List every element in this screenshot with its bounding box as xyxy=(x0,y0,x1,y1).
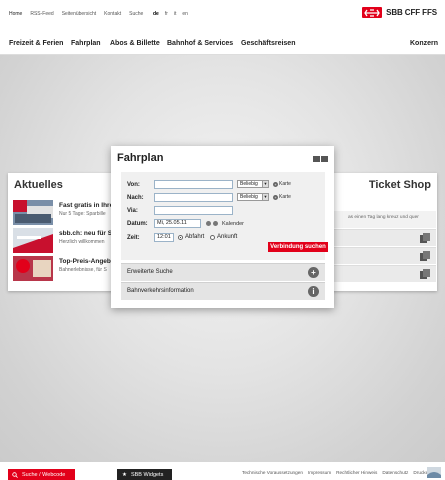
search-icon xyxy=(12,471,18,478)
star-icon: ★ xyxy=(122,471,127,478)
news-title: Fast gratis in Ihre xyxy=(59,202,114,209)
sbb-logo-icon xyxy=(362,7,383,18)
news-title: sbb.ch: neu für S xyxy=(59,230,113,237)
lang-it[interactable]: it xyxy=(174,11,177,17)
bahnverkehrsinformation-label: Bahnverkehrsinformation xyxy=(127,288,194,294)
ticket-icon xyxy=(420,269,430,279)
news-title: Top-Preis-Angebo xyxy=(59,258,115,265)
ticket-row[interactable] xyxy=(332,265,436,282)
expand-icon[interactable] xyxy=(321,156,328,162)
utility-bar: Home RSS-Feed Seitenübersicht Kontakt Su… xyxy=(0,0,445,26)
nav-bahnhof-services[interactable]: Bahnhof & Services xyxy=(167,40,233,47)
von-label: Von: xyxy=(127,182,140,188)
language-switcher: de fr it en xyxy=(153,11,188,17)
chevron-down-icon: ▼ xyxy=(262,194,268,200)
fahrplan-dialog: Fahrplan Von: Beliebig ▼ + Karte Nach: Bel… xyxy=(111,146,334,308)
search-link[interactable]: Suche xyxy=(129,11,143,17)
sbb-logo[interactable]: SBB CFF FFS xyxy=(362,7,437,18)
nav-geschaeftsreisen[interactable]: Geschäftsreisen xyxy=(241,40,295,47)
footer-link[interactable]: Impressum xyxy=(308,470,331,475)
nav-fahrplan[interactable]: Fahrplan xyxy=(71,40,101,47)
ticketshop-title: Ticket Shop xyxy=(368,179,431,191)
news-thumbnail-icon xyxy=(13,200,53,225)
home-link[interactable]: Home xyxy=(9,11,22,17)
contact-link[interactable]: Kontakt xyxy=(104,11,121,17)
suche-webcode-button[interactable]: Suche / Webcode xyxy=(8,469,75,480)
erweiterte-suche-label: Erweiterte Suche xyxy=(127,269,173,275)
sitemap-link[interactable]: Seitenübersicht xyxy=(62,11,96,17)
erweiterte-suche-row[interactable]: Erweiterte Suche + xyxy=(121,263,325,281)
footer-link[interactable]: Rechtlicher Hinweis xyxy=(336,470,377,475)
news-subtitle: Bahnerlebnisse, für S xyxy=(59,267,107,273)
von-select[interactable]: Beliebig ▼ xyxy=(237,180,269,188)
nach-input[interactable] xyxy=(154,193,233,202)
aktuelles-title: Aktuelles xyxy=(14,179,63,191)
ankunft-radio[interactable]: Ankunft xyxy=(210,234,237,240)
news-thumbnail-icon xyxy=(13,256,53,281)
ticket-icon xyxy=(420,233,430,243)
sbb-widgets-label: SBB Widgets xyxy=(130,471,164,478)
via-input[interactable] xyxy=(154,206,233,215)
kalender-link[interactable]: Kalender xyxy=(222,221,244,227)
fahrplan-title: Fahrplan xyxy=(117,152,164,164)
ticketshop-subtitle: as einen Tag lang kreuz und quer xyxy=(332,211,436,228)
datum-input[interactable]: Mi, 25.05.11 xyxy=(154,219,201,228)
bahnverkehrsinformation-row[interactable]: Bahnverkehrsinformation i xyxy=(121,282,325,300)
window-icon[interactable] xyxy=(313,156,320,162)
zeit-input[interactable]: 12:01 xyxy=(154,233,174,242)
von-input[interactable] xyxy=(154,180,233,189)
nav-abos-billette[interactable]: Abos & Billette xyxy=(110,40,160,47)
news-subtitle: Herzlich willkommen xyxy=(59,239,105,245)
news-thumbnail-icon xyxy=(13,228,53,253)
previous-day-icon[interactable] xyxy=(206,221,211,226)
nach-select[interactable]: Beliebig ▼ xyxy=(237,193,269,201)
nav-konzern[interactable]: Konzern xyxy=(410,40,438,47)
lang-de[interactable]: de xyxy=(153,11,159,17)
utility-links: Home RSS-Feed Seitenübersicht Kontakt Su… xyxy=(9,11,143,17)
footer-links: Technische Voraussetzungen Impressum Rec… xyxy=(242,470,431,475)
footer-link[interactable]: Datenschutz xyxy=(382,470,408,475)
verbindung-suchen-button[interactable]: Verbindung suchen xyxy=(268,242,328,252)
nav-freizeit-ferien[interactable]: Freizeit & Ferien xyxy=(9,40,63,47)
next-day-icon[interactable] xyxy=(213,221,218,226)
sbb-wordmark: SBB CFF FFS xyxy=(386,8,437,17)
ticketshop-panel: Ticket Shop as einen Tag lang kreuz und … xyxy=(318,173,437,291)
nach-karte-link[interactable]: + Karte xyxy=(273,194,291,200)
footer-link[interactable]: Technische Voraussetzungen xyxy=(242,470,303,475)
footer-badge-icon xyxy=(427,467,441,478)
lang-fr[interactable]: fr xyxy=(165,11,168,17)
zeit-label: Zeit: xyxy=(127,235,140,241)
abfahrt-radio[interactable]: Abfahrt xyxy=(178,234,204,240)
dialog-controls xyxy=(313,156,328,162)
ticket-icon xyxy=(420,251,430,261)
footer: Suche / Webcode ★ SBB Widgets Technische… xyxy=(0,462,445,480)
radio-selected-icon xyxy=(178,234,183,240)
karte-icon: + xyxy=(273,181,278,187)
radio-empty-icon xyxy=(210,234,215,240)
fahrplan-form: Von: Beliebig ▼ + Karte Nach: Beliebig ▼ + K… xyxy=(121,172,328,260)
datum-label: Datum: xyxy=(127,221,148,227)
von-karte-link[interactable]: + Karte xyxy=(273,181,291,187)
lang-en[interactable]: en xyxy=(182,11,188,17)
karte-icon: + xyxy=(273,194,278,200)
ticket-row[interactable] xyxy=(332,247,436,264)
via-label: Via: xyxy=(127,208,138,214)
chevron-down-icon: ▼ xyxy=(262,181,268,187)
info-icon[interactable]: i xyxy=(308,286,319,297)
plus-icon[interactable]: + xyxy=(308,267,319,278)
news-subtitle: Nur 5 Tage: Sparbille xyxy=(59,211,106,217)
aktuelles-panel: Aktuelles Fast gratis in Ihre Nur 5 Tage… xyxy=(8,173,128,291)
sbb-widgets-button[interactable]: ★ SBB Widgets xyxy=(117,469,172,480)
rss-feed-link[interactable]: RSS-Feed xyxy=(30,11,53,17)
suche-webcode-label: Suche / Webcode xyxy=(22,471,66,478)
ticket-row[interactable] xyxy=(332,229,436,246)
nach-label: Nach: xyxy=(127,195,144,201)
main-navigation: Freizeit & Ferien Fahrplan Abos & Billet… xyxy=(0,33,445,55)
